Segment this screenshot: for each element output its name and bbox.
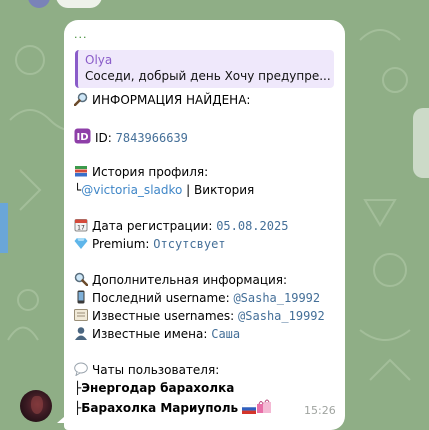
message-timestamp: 15:26 [304, 404, 336, 417]
last-username-line: Последний username: @Sasha_19992 [74, 290, 320, 306]
premium-line: Premium: Отсутсвует [74, 236, 226, 252]
premium-label: Premium: [92, 237, 150, 251]
chat-item-2[interactable]: ├Барахолка Мариуполь [74, 398, 272, 418]
card-index-icon [74, 308, 88, 322]
registration-label: Дата регистрации: [92, 219, 213, 233]
chat-item-1[interactable]: ├Энергодар барахолка [74, 380, 234, 396]
extra-title-line: Дополнительная информация: [74, 272, 287, 288]
russia-flag-icon [242, 402, 257, 418]
chat-2-name[interactable]: Барахолка Мариуполь [81, 401, 238, 415]
reply-preview: Соседи, добрый день Хочу предупре... [85, 69, 331, 83]
known-names-line: Известные имена: Саша [74, 326, 240, 342]
chats-title-line: Чаты пользователя: [74, 362, 219, 378]
shopping-bags-icon [256, 398, 272, 418]
known-names-value[interactable]: Саша [211, 327, 240, 341]
scroll-handle[interactable] [413, 108, 429, 178]
side-panel-edge [0, 203, 8, 253]
known-names-label: Известные имена: [92, 327, 208, 341]
chats-title: Чаты пользователя: [92, 363, 220, 377]
id-icon: ID [74, 128, 91, 144]
svg-text:17: 17 [77, 225, 85, 232]
bust-silhouette-icon [74, 326, 88, 340]
known-usernames-value[interactable]: @Sasha_19992 [238, 309, 325, 323]
avatar[interactable] [20, 390, 52, 422]
history-username-link[interactable]: @victoria_sladko [81, 183, 182, 197]
speech-balloon-icon [74, 362, 88, 377]
id-line: ID ID: 7843966639 [74, 128, 188, 146]
calendar-icon: 17 [74, 218, 88, 232]
mobile-phone-icon [74, 290, 88, 304]
found-title: ИНФОРМАЦИЯ НАЙДЕНА: [92, 93, 251, 107]
diamond-icon [74, 236, 88, 250]
reply-author: Olya [85, 53, 113, 67]
known-usernames-line: Известные usernames: @Sasha_19992 [74, 308, 325, 324]
reply-quote[interactable]: Olya Соседи, добрый день Хочу предупре..… [75, 50, 334, 88]
found-title-line: ИНФОРМАЦИЯ НАЙДЕНА: [73, 92, 251, 108]
history-name: Виктория [194, 183, 255, 197]
history-title: История профиля: [92, 165, 209, 179]
registration-line: 17 Дата регистрации: 05.08.2025 [74, 218, 288, 234]
history-separator: | [182, 183, 195, 197]
message-header-dots: ... [74, 28, 88, 41]
premium-value[interactable]: Отсутсвует [153, 237, 225, 251]
books-icon [74, 164, 88, 178]
last-username-value[interactable]: @Sasha_19992 [233, 291, 320, 305]
history-entry: └@victoria_sladko | Виктория [74, 182, 254, 198]
magnifier-icon [73, 92, 88, 107]
last-username-label: Последний username: [92, 291, 230, 305]
id-value[interactable]: 7843966639 [116, 131, 188, 145]
history-title-line: История профиля: [74, 164, 208, 180]
chat-1-name[interactable]: Энергодар барахолка [81, 381, 234, 395]
svg-text:ID: ID [76, 132, 88, 143]
previous-message-bubble [56, 0, 102, 8]
magnifier-left-icon [74, 272, 89, 287]
known-usernames-label: Известные usernames: [92, 309, 235, 323]
id-label: ID: [95, 131, 112, 145]
extra-title: Дополнительная информация: [92, 273, 288, 287]
registration-value[interactable]: 05.08.2025 [216, 219, 288, 233]
